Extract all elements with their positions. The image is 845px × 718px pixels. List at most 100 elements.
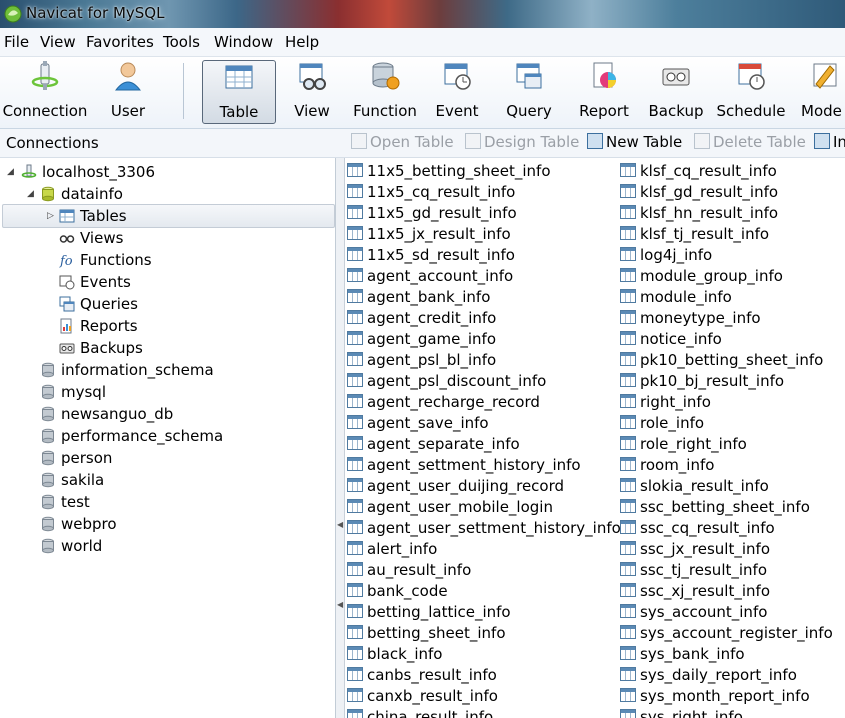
menu-help[interactable]: Help xyxy=(283,33,321,51)
table-item[interactable]: klsf_cq_result_info xyxy=(620,161,777,182)
tree-db-information-schema[interactable]: information_schema xyxy=(40,359,214,381)
table-item[interactable]: sys_account_info xyxy=(620,602,767,623)
collapse-left-icon[interactable]: ◀ xyxy=(337,520,343,529)
tree-db-webpro[interactable]: webpro xyxy=(40,513,117,535)
schedule-button[interactable]: Schedule xyxy=(716,60,786,122)
table-item[interactable]: ssc_cq_result_info xyxy=(620,518,775,539)
pane-splitter[interactable]: ◀ ◀ xyxy=(336,158,345,718)
table-item[interactable]: 11x5_cq_result_info xyxy=(347,182,515,203)
table-item[interactable]: pk10_bj_result_info xyxy=(620,371,784,392)
table-item[interactable]: betting_lattice_info xyxy=(347,602,511,623)
menu-file[interactable]: File xyxy=(2,33,31,51)
table-item[interactable]: role_right_info xyxy=(620,434,747,455)
import-wizard-button[interactable]: In xyxy=(814,133,845,151)
table-item[interactable]: sys_bank_info xyxy=(620,644,745,665)
table-item[interactable]: canbs_result_info xyxy=(347,665,497,686)
table-item[interactable]: room_info xyxy=(620,455,714,476)
table-item[interactable]: klsf_gd_result_info xyxy=(620,182,778,203)
table-item[interactable]: ssc_jx_result_info xyxy=(620,539,770,560)
table-item[interactable]: alert_info xyxy=(347,539,437,560)
report-button[interactable]: Report xyxy=(576,60,632,122)
tree-db-sakila[interactable]: sakila xyxy=(40,469,104,491)
table-button[interactable]: Table xyxy=(202,60,276,124)
tree-connection-localhost[interactable]: localhost_3306 xyxy=(21,161,155,183)
tree-db-world[interactable]: world xyxy=(40,535,102,557)
table-item[interactable]: canxb_result_info xyxy=(347,686,498,707)
table-item[interactable]: agent_recharge_record xyxy=(347,392,540,413)
table-item[interactable]: agent_psl_bl_info xyxy=(347,350,496,371)
connection-button[interactable]: Connection xyxy=(0,60,90,122)
function-button[interactable]: Function xyxy=(350,60,420,122)
tree-item-functions[interactable]: fo Functions xyxy=(59,249,152,271)
table-item[interactable]: agent_user_settment_history_info xyxy=(347,518,621,539)
delete-table-button[interactable]: Delete Table xyxy=(694,133,806,151)
table-item[interactable]: sys_month_report_info xyxy=(620,686,810,707)
menu-tools[interactable]: Tools xyxy=(161,33,202,51)
table-item[interactable]: agent_credit_info xyxy=(347,308,496,329)
table-item[interactable]: module_info xyxy=(620,287,732,308)
table-item[interactable]: 11x5_jx_result_info xyxy=(347,224,511,245)
table-item[interactable]: au_result_info xyxy=(347,560,471,581)
tree-item-queries[interactable]: Queries xyxy=(59,293,138,315)
tree-db-datainfo[interactable]: datainfo xyxy=(40,183,123,205)
menu-favorites[interactable]: Favorites xyxy=(84,33,156,51)
table-item[interactable]: moneytype_info xyxy=(620,308,761,329)
tree-db-mysql[interactable]: mysql xyxy=(40,381,106,403)
table-item[interactable]: agent_user_duijing_record xyxy=(347,476,564,497)
table-item[interactable]: module_group_info xyxy=(620,266,783,287)
menu-view[interactable]: View xyxy=(38,33,78,51)
user-button[interactable]: User xyxy=(104,60,152,122)
view-button[interactable]: View xyxy=(290,60,334,122)
expand-connection-toggle[interactable]: ◢ xyxy=(7,167,14,177)
table-item[interactable]: log4j_info xyxy=(620,245,712,266)
design-table-button[interactable]: Design Table xyxy=(465,133,579,151)
table-item[interactable]: agent_save_info xyxy=(347,413,489,434)
tree-item-tables[interactable]: Tables xyxy=(59,205,127,227)
table-item[interactable]: betting_sheet_info xyxy=(347,623,506,644)
table-item[interactable]: ssc_tj_result_info xyxy=(620,560,767,581)
table-item[interactable]: sys_right_info xyxy=(620,707,743,718)
table-item[interactable]: agent_separate_info xyxy=(347,434,520,455)
query-button[interactable]: Query xyxy=(504,60,554,122)
table-item[interactable]: agent_settment_history_info xyxy=(347,455,581,476)
table-item[interactable]: agent_user_mobile_login xyxy=(347,497,553,518)
tree-db-person[interactable]: person xyxy=(40,447,112,469)
table-item[interactable]: agent_psl_discount_info xyxy=(347,371,546,392)
table-item[interactable]: ssc_betting_sheet_info xyxy=(620,497,810,518)
expand-datainfo-toggle[interactable]: ◢ xyxy=(27,189,34,199)
table-item[interactable]: klsf_hn_result_info xyxy=(620,203,778,224)
tree-item-events[interactable]: Events xyxy=(59,271,131,293)
table-item[interactable]: china_result_info xyxy=(347,707,493,718)
menu-window[interactable]: Window xyxy=(212,33,275,51)
table-item[interactable]: right_info xyxy=(620,392,711,413)
table-item[interactable]: agent_game_info xyxy=(347,329,496,350)
open-table-button[interactable]: Open Table xyxy=(351,133,454,151)
table-item[interactable]: black_info xyxy=(347,644,442,665)
table-item[interactable]: 11x5_sd_result_info xyxy=(347,245,515,266)
table-item[interactable]: pk10_betting_sheet_info xyxy=(620,350,823,371)
event-button[interactable]: Event xyxy=(434,60,480,122)
table-item[interactable]: slokia_result_info xyxy=(620,476,769,497)
tree-item-views[interactable]: Views xyxy=(59,227,123,249)
tree-db-test[interactable]: test xyxy=(40,491,90,513)
table-item[interactable]: role_info xyxy=(620,413,704,434)
table-item[interactable]: 11x5_betting_sheet_info xyxy=(347,161,551,182)
table-item[interactable]: ssc_xj_result_info xyxy=(620,581,770,602)
table-item[interactable]: bank_code xyxy=(347,581,448,602)
table-item[interactable]: sys_daily_report_info xyxy=(620,665,797,686)
table-item[interactable]: agent_bank_info xyxy=(347,287,490,308)
expand-tables-toggle[interactable]: ▷ xyxy=(47,211,54,221)
new-table-button[interactable]: New Table xyxy=(587,133,682,151)
table-item[interactable]: 11x5_gd_result_info xyxy=(347,203,517,224)
tree-item-reports[interactable]: Reports xyxy=(59,315,138,337)
collapse-left-icon-2[interactable]: ◀ xyxy=(337,600,343,609)
model-button[interactable]: Mode xyxy=(800,60,845,122)
table-item[interactable]: notice_info xyxy=(620,329,722,350)
table-item[interactable]: agent_account_info xyxy=(347,266,513,287)
table-item[interactable]: sys_account_register_info xyxy=(620,623,833,644)
tree-item-backups[interactable]: Backups xyxy=(59,337,143,359)
backup-button[interactable]: Backup xyxy=(648,60,704,122)
tree-db-performance-schema[interactable]: performance_schema xyxy=(40,425,223,447)
tree-db-newsanguo-db[interactable]: newsanguo_db xyxy=(40,403,173,425)
table-item[interactable]: klsf_tj_result_info xyxy=(620,224,769,245)
